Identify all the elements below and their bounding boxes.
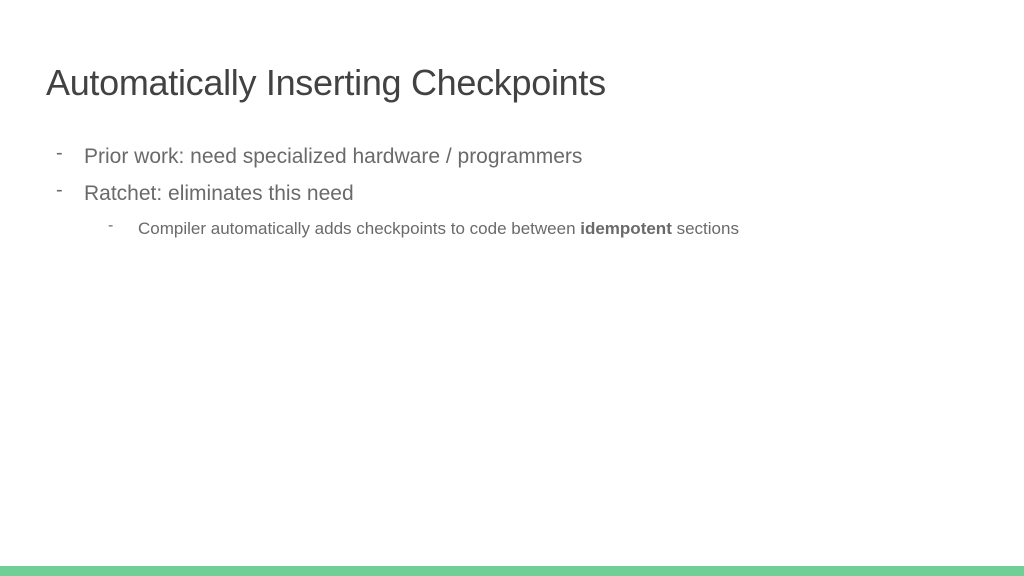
sub-text-prefix: Compiler automatically adds checkpoints … bbox=[138, 219, 580, 238]
bullet-marker-icon: - bbox=[54, 179, 84, 202]
slide-container: Automatically Inserting Checkpoints - Pr… bbox=[0, 0, 1024, 576]
bullet-list: - Prior work: need specialized hardware … bbox=[46, 142, 978, 209]
bullet-text: Prior work: need specialized hardware / … bbox=[84, 142, 582, 171]
sub-bullet-text: Compiler automatically adds checkpoints … bbox=[138, 217, 739, 241]
bullet-item: - Prior work: need specialized hardware … bbox=[54, 142, 978, 171]
footer-accent-bar bbox=[0, 566, 1024, 576]
bullet-text: Ratchet: eliminates this need bbox=[84, 179, 354, 208]
bullet-marker-icon: - bbox=[108, 217, 138, 235]
slide-title: Automatically Inserting Checkpoints bbox=[46, 62, 978, 104]
bullet-marker-icon: - bbox=[54, 142, 84, 165]
bullet-item: - Ratchet: eliminates this need bbox=[54, 179, 978, 208]
sub-bullet-list: - Compiler automatically adds checkpoint… bbox=[46, 217, 978, 241]
sub-bullet-item: - Compiler automatically adds checkpoint… bbox=[108, 217, 978, 241]
sub-text-bold: idempotent bbox=[580, 219, 672, 238]
sub-text-suffix: sections bbox=[672, 219, 739, 238]
